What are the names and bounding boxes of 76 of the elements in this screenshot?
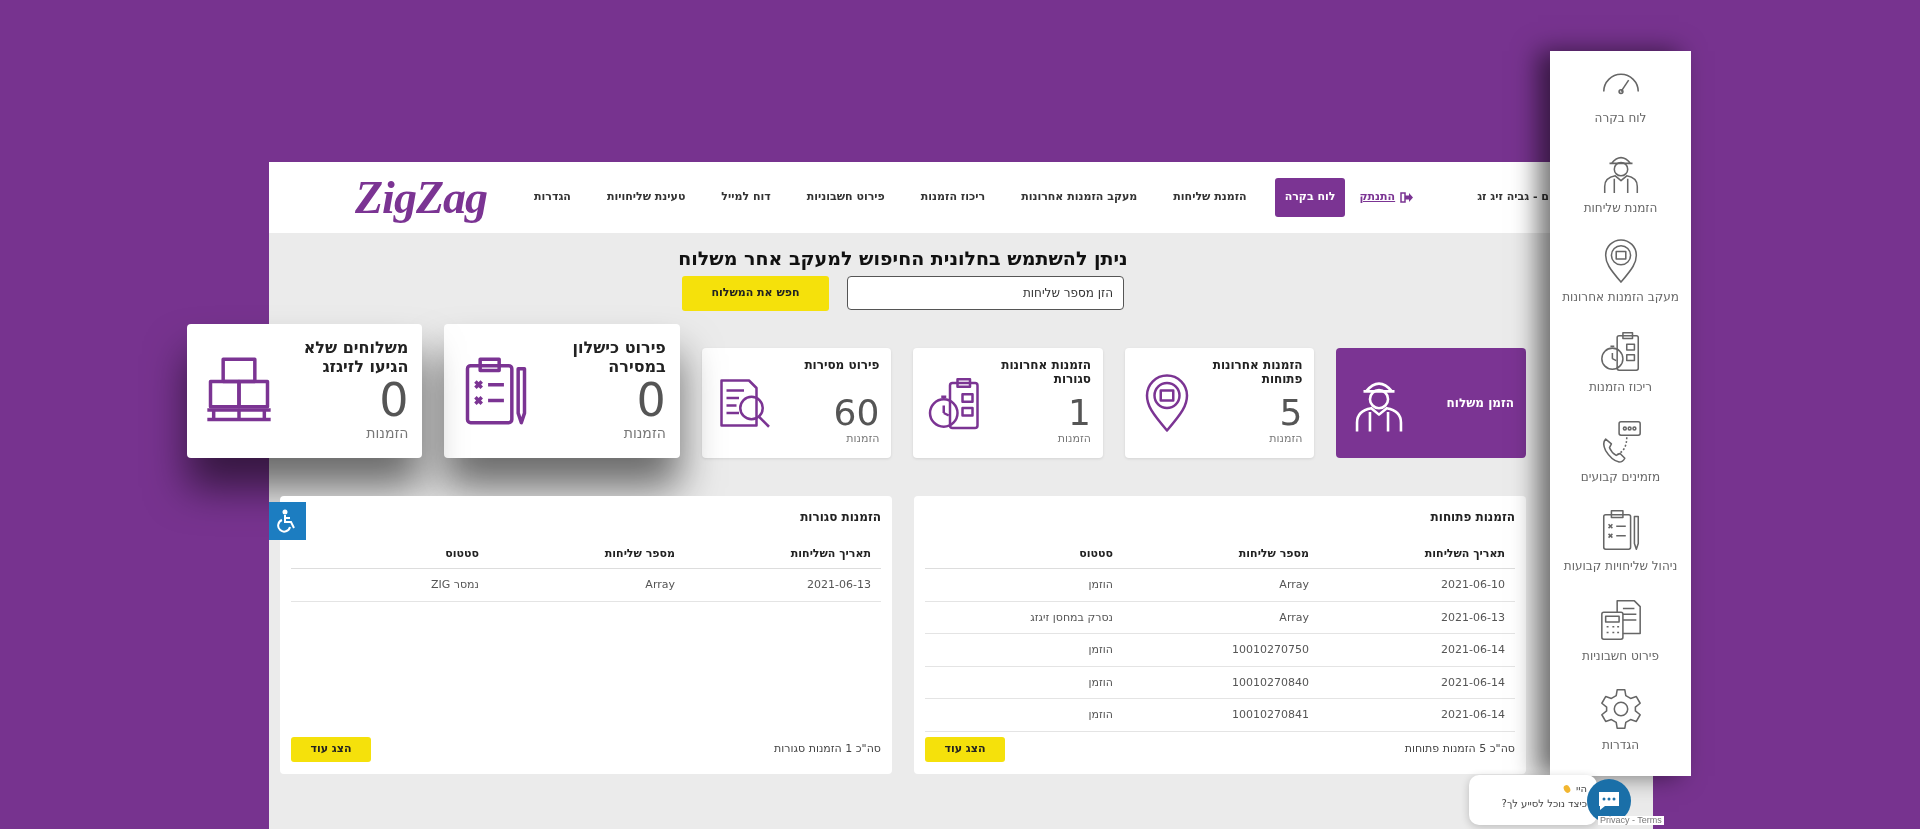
card-title: פירוט מסירות	[804, 357, 880, 373]
logout-icon	[1400, 192, 1414, 203]
nav-tab[interactable]: מעקב הזמנות אחרונות	[1013, 179, 1146, 216]
search-button[interactable]: חפש את המשלוח	[682, 275, 829, 311]
table-cell: Array	[1123, 601, 1319, 635]
user-name: ם - גביה זיג זג	[1477, 189, 1549, 206]
sidebar-item[interactable]: פירוט חשבוניות	[1582, 596, 1659, 687]
card-unit: הזמנות	[846, 431, 880, 448]
show-more-button[interactable]: הצג עוד	[925, 736, 1005, 762]
chat-icon	[1596, 790, 1622, 812]
sidebar-item[interactable]: הזמנת שליחות	[1583, 148, 1658, 239]
column-header: סטטוס	[925, 541, 1123, 570]
chat-message: כיצד נוכל לסייע לך?	[1500, 797, 1587, 811]
nav-tab[interactable]: לוח בקרה	[1274, 178, 1346, 217]
logout-link[interactable]: התנתק	[1359, 189, 1414, 206]
table-cell: 10010270841	[1123, 699, 1319, 732]
card-value: 0	[379, 376, 409, 423]
column-header: מספר שליחות	[489, 541, 685, 570]
nav-tab[interactable]: ריכוז הזמנות	[912, 179, 994, 216]
card-value: 0	[636, 376, 666, 423]
nav-tab[interactable]: פירוט חשבוניות	[798, 179, 893, 216]
table-cell: נסרק במחסן זיגזג	[925, 601, 1123, 635]
sidebar-item[interactable]: הגדרות	[1597, 686, 1644, 776]
table-cell: 2021-06-13	[1319, 601, 1515, 635]
sidebar-item[interactable]: ניהול שליחויות קבועות	[1563, 507, 1678, 597]
sidebar-item[interactable]: מזמינים קבועים	[1580, 417, 1661, 508]
table-cell: הוזמן	[925, 569, 1123, 602]
table-cell: 2021-06-14	[1319, 699, 1515, 732]
table-cell: 2021-06-13	[685, 569, 881, 602]
show-more-button[interactable]: הצג עוד	[291, 736, 371, 762]
table-cell: 2021-06-14	[1319, 666, 1515, 700]
search-heading: ניתן להשתמש בחלונית החיפוש למעקב אחר משלוח	[677, 247, 1129, 270]
card-value: 1	[1068, 395, 1091, 432]
total-text: סה"כ 1 הזמנות סגורות	[774, 741, 881, 758]
nav-tab[interactable]: הגדרות	[526, 179, 579, 216]
table-cell: 10010270750	[1123, 634, 1319, 667]
table-cell: הוזמן	[925, 699, 1123, 732]
card-value: 5	[1279, 395, 1303, 432]
column-header: סטטוס	[291, 541, 489, 570]
total-text: סה"כ 5 הזמנות פתוחות	[1404, 741, 1515, 758]
card-unit: הזמנות	[1057, 431, 1091, 448]
search-field[interactable]: הזן מספר שליחות	[847, 275, 1124, 310]
sidebar-item[interactable]: מעקב הזמנות אחרונות	[1562, 238, 1679, 328]
card-title: הזמן משלוח	[1446, 395, 1514, 410]
card-title: משלוחים שלא הגיעו לזיגזג	[302, 337, 409, 377]
card-unit: הזמנות	[623, 423, 666, 443]
column-header: מספר שליחות	[1123, 541, 1319, 570]
table-cell: 2021-06-10	[1319, 569, 1515, 602]
sidebar-item[interactable]: ריכוז הזמנות	[1588, 327, 1653, 418]
table-title: הזמנות סגורות	[799, 508, 881, 526]
table-cell: 2021-06-14	[1319, 634, 1515, 667]
legal-text: Privacy - Terms	[1598, 816, 1664, 825]
nav-tab[interactable]: דוח למייל	[713, 179, 779, 216]
table-cell: Array	[1123, 569, 1319, 602]
column-header: תאריך השליחות	[1319, 541, 1515, 570]
table-cell: נמסר ZIG	[291, 569, 489, 602]
card-unit: הזמנות	[366, 423, 409, 443]
accessibility-button[interactable]	[269, 502, 306, 540]
card-value: 60	[833, 395, 880, 432]
table-cell: Array	[489, 569, 685, 602]
sidebar-item[interactable]: לוח בקרה	[1594, 59, 1647, 149]
logo: ZigZag	[355, 174, 487, 221]
card-title: פירוט כישלון במסירה	[571, 337, 666, 377]
card-title: הזמנות אחרונות פתוחות	[1211, 357, 1303, 387]
waving-hand-icon	[1561, 783, 1572, 794]
column-header: תאריך השליחות	[685, 541, 881, 570]
order-card[interactable]: הזמן משלוח	[1336, 347, 1526, 458]
card-title: הזמנות אחרונות סגורות	[1000, 357, 1091, 387]
nav-tab[interactable]: הזמנת שליחות	[1165, 179, 1255, 216]
card-unit: הזמנות	[1269, 431, 1303, 448]
table-title: הזמנות פתוחות	[1429, 508, 1515, 526]
table-cell: הוזמן	[925, 666, 1123, 700]
nav-tab[interactable]: טעינת שליחויות	[598, 179, 694, 216]
table-cell: 10010270840	[1123, 666, 1319, 700]
chat-greeting: היי	[1576, 782, 1587, 796]
table-cell: הוזמן	[925, 634, 1123, 667]
